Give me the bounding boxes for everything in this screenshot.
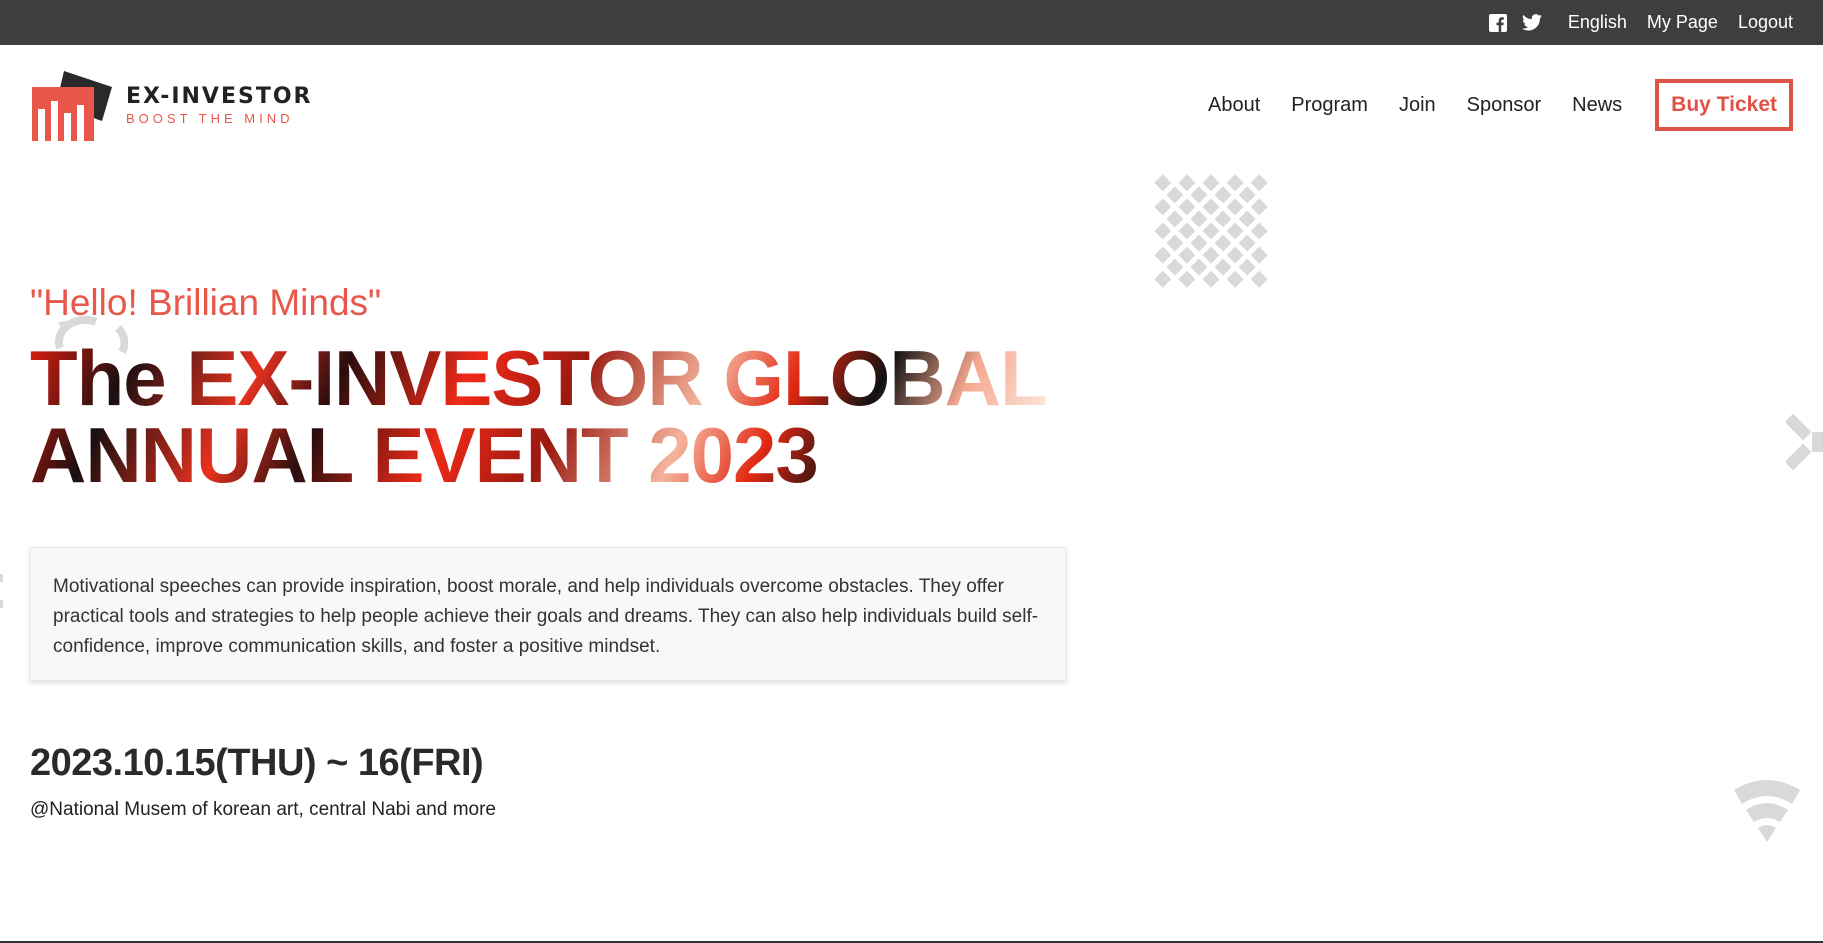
nav-about[interactable]: About (1208, 94, 1260, 117)
hero-title-line1: The EX-INVESTOR GLOBAL (30, 334, 1047, 422)
nav-join[interactable]: Join (1399, 94, 1436, 117)
hero-quote: "Hello! Brillian Minds" (30, 282, 382, 323)
event-venue: @National Musem of korean art, central N… (30, 799, 497, 820)
event-date: 2023.10.15(THU) ~ 16(FRI) (30, 742, 484, 784)
my-page-link[interactable]: My Page (1647, 12, 1718, 33)
logo-tagline: BOOST THE MIND (126, 111, 294, 126)
hero-title: The EX-INVESTOR GLOBAL ANNUAL EVENT 2023 (30, 340, 1047, 494)
wifi-shape-icon (1732, 776, 1802, 847)
logout-link[interactable]: Logout (1738, 12, 1793, 33)
site-logo[interactable]: EX-INVESTOR BOOST THE MIND (30, 65, 312, 145)
site-header: EX-INVESTOR BOOST THE MIND About Program… (0, 45, 1823, 165)
edge-dot-icon (0, 574, 4, 615)
nav-sponsor[interactable]: Sponsor (1467, 94, 1542, 117)
buy-ticket-button[interactable]: Buy Ticket (1655, 79, 1793, 131)
top-bar: English My Page Logout (0, 0, 1823, 45)
cross-shape-icon (1784, 413, 1823, 475)
social-links (1488, 13, 1542, 33)
twitter-icon[interactable] (1521, 13, 1542, 33)
hero-title-line2: ANNUAL EVENT 2023 (30, 411, 818, 499)
event-description: Motivational speeches can provide inspir… (30, 547, 1066, 681)
language-link[interactable]: English (1568, 12, 1627, 33)
facebook-icon[interactable] (1488, 13, 1508, 33)
nav-news[interactable]: News (1572, 94, 1622, 117)
main-nav: About Program Join Sponsor News Buy Tick… (1208, 79, 1793, 131)
logo-mark-icon (30, 65, 114, 145)
nav-program[interactable]: Program (1291, 94, 1368, 117)
diamond-pattern-icon (1142, 170, 1282, 299)
logo-name: EX-INVESTOR (126, 84, 313, 109)
